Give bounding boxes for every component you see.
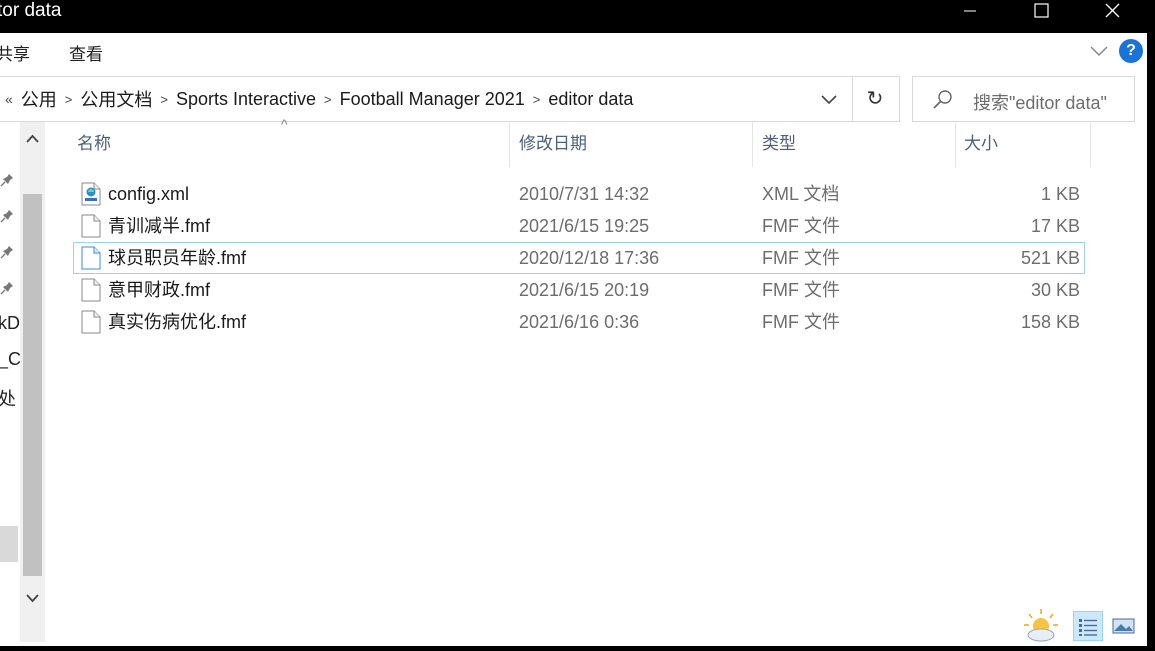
file-type: FMF 文件: [762, 216, 840, 236]
file-type: FMF 文件: [762, 248, 840, 268]
file-type: FMF 文件: [762, 312, 840, 332]
window-edge: [1147, 33, 1155, 651]
close-button[interactable]: [1089, 0, 1135, 22]
nav-item[interactable]: kD: [0, 313, 20, 334]
column-header-name[interactable]: 名称: [60, 122, 509, 167]
tab-share[interactable]: 共享: [0, 40, 30, 65]
file-type: XML 文档: [762, 184, 840, 204]
help-button[interactable]: ?: [1119, 39, 1143, 63]
navigation-pane: kD _C 处: [0, 122, 46, 646]
chevron-right-icon[interactable]: >: [65, 92, 73, 107]
pin-icon: [0, 174, 13, 187]
file-row[interactable]: 意甲财政.fmf 2021/6/15 20:19 FMF 文件 30 KB: [73, 274, 1085, 306]
nav-selected-item[interactable]: [0, 526, 18, 562]
explorer-window: 共享 查看 ? « 公用 > 公用文档 > Sports Interactive…: [0, 33, 1147, 646]
chevron-up-icon: [26, 134, 39, 143]
pin-icon: [0, 210, 13, 223]
file-type: FMF 文件: [762, 280, 840, 300]
file-icon: [81, 214, 101, 238]
file-icon: [81, 278, 101, 302]
column-header-type[interactable]: 类型: [745, 122, 955, 167]
column-header-size[interactable]: 大小: [947, 122, 1087, 167]
column-headers: ^ 名称 修改日期 类型 大小: [60, 116, 1092, 167]
maximize-button[interactable]: [1018, 0, 1064, 22]
file-row-focused[interactable]: 球员职员年龄.fmf 2020/12/18 17:36 FMF 文件 521 K…: [73, 242, 1085, 274]
close-icon: [1105, 3, 1120, 18]
search-icon: [933, 90, 952, 109]
breadcrumb-item-public-documents[interactable]: 公用文档: [80, 86, 152, 112]
chevron-down-icon: [1090, 46, 1108, 57]
details-view-icon: [1079, 619, 1097, 636]
file-size: 158 KB: [1020, 312, 1080, 332]
file-size: 17 KB: [1030, 216, 1080, 236]
breadcrumb-item-editor-data[interactable]: editor data: [548, 89, 633, 110]
file-size: 1 KB: [1040, 184, 1080, 204]
weather-tray-icon[interactable]: [1022, 608, 1060, 644]
large-icons-view-icon: [1112, 618, 1135, 634]
details-view-button[interactable]: [1073, 611, 1103, 641]
file-icon: [81, 246, 101, 270]
divider: [852, 77, 853, 121]
chevron-right-icon[interactable]: >: [533, 92, 541, 107]
address-bar[interactable]: « 公用 > 公用文档 > Sports Interactive > Footb…: [0, 76, 900, 122]
chevron-right-icon[interactable]: >: [324, 92, 332, 107]
pin-icon: [0, 246, 13, 259]
file-date: 2021/6/15 20:19: [519, 280, 650, 300]
search-placeholder: 搜索"editor data": [973, 93, 1107, 113]
refresh-button[interactable]: ↻: [861, 86, 889, 112]
ribbon: 共享 查看 ?: [0, 33, 1147, 70]
breadcrumb-item-sports-interactive[interactable]: Sports Interactive: [176, 89, 316, 110]
xml-file-icon: [81, 182, 101, 206]
nav-scrollbar[interactable]: [20, 122, 45, 642]
scroll-down-button[interactable]: [23, 587, 42, 609]
scroll-up-button[interactable]: [23, 128, 42, 150]
minimize-icon: [964, 10, 976, 12]
address-history-dropdown[interactable]: [817, 87, 841, 111]
file-row[interactable]: config.xml 2010/7/31 14:32 XML 文档 1 KB: [73, 178, 1085, 210]
pin-icon: [0, 282, 13, 295]
file-date: 2020/12/18 17:36: [519, 248, 660, 268]
file-date: 2010/7/31 14:32: [519, 184, 650, 204]
chevron-down-icon: [821, 95, 837, 105]
file-icon: [81, 310, 101, 334]
overflow-chevron-icon[interactable]: «: [5, 91, 13, 107]
file-date: 2021/6/16 0:36: [519, 312, 640, 332]
file-name: 意甲财政.fmf: [108, 280, 210, 300]
file-date: 2021/6/15 19:25: [519, 216, 650, 236]
title-bar: tor data: [0, 0, 1155, 33]
file-row[interactable]: 青训减半.fmf 2021/6/15 19:25 FMF 文件 17 KB: [73, 210, 1085, 242]
file-name: 真实伤病优化.fmf: [108, 312, 246, 332]
file-name: config.xml: [108, 184, 190, 204]
window-title: tor data: [0, 0, 62, 21]
large-icons-view-button[interactable]: [1110, 611, 1140, 641]
file-size: 30 KB: [1030, 280, 1080, 300]
file-row[interactable]: 真实伤病优化.fmf 2021/6/16 0:36 FMF 文件 158 KB: [73, 306, 1085, 338]
chevron-right-icon[interactable]: >: [160, 92, 168, 107]
chevron-down-icon: [26, 594, 39, 603]
file-size: 521 KB: [1020, 248, 1080, 268]
scrollbar-thumb[interactable]: [23, 194, 42, 576]
search-input[interactable]: 搜索"editor data": [912, 76, 1135, 122]
maximize-icon: [1034, 3, 1049, 18]
window-edge: [0, 646, 1155, 651]
tab-view[interactable]: 查看: [69, 40, 103, 65]
column-header-date[interactable]: 修改日期: [502, 122, 752, 167]
minimize-button[interactable]: [947, 0, 993, 22]
breadcrumb: « 公用 > 公用文档 > Sports Interactive > Footb…: [0, 77, 633, 121]
expand-ribbon-button[interactable]: [1088, 40, 1110, 62]
breadcrumb-item-public[interactable]: 公用: [21, 86, 57, 112]
nav-item[interactable]: 处: [0, 385, 16, 411]
breadcrumb-item-football-manager[interactable]: Football Manager 2021: [340, 89, 525, 110]
file-name: 球员职员年龄.fmf: [108, 248, 246, 268]
nav-item[interactable]: _C: [0, 349, 21, 370]
file-name: 青训减半.fmf: [108, 216, 210, 236]
column-divider[interactable]: [1090, 122, 1091, 167]
